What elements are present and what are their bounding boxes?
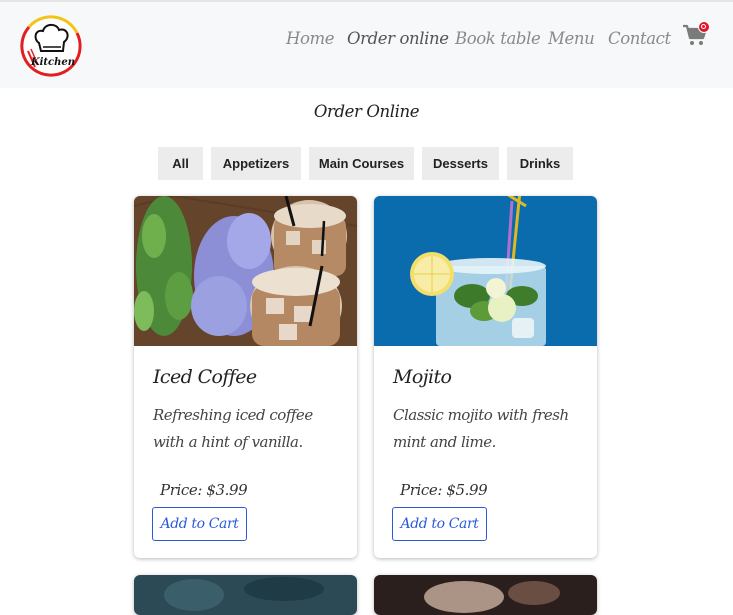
item-image [134, 575, 357, 615]
menu-card: Iced Coffee Refreshing iced coffee with … [134, 196, 357, 558]
nav-order-online[interactable]: Order online [347, 29, 449, 48]
filter-all[interactable]: All [158, 147, 203, 180]
item-title: Iced Coffee [153, 366, 257, 388]
item-description: Refreshing iced coffee with a hint of va… [153, 406, 313, 451]
filter-desserts[interactable]: Desserts [422, 147, 499, 180]
svg-text:Kitchen: Kitchen [30, 57, 75, 68]
menu-card-partial [134, 575, 357, 615]
add-to-cart-button[interactable]: Add to Cart [152, 507, 247, 541]
nav-book-table[interactable]: Book table [455, 29, 541, 48]
main-nav: Home Order online Book table Menu Contac… [0, 29, 733, 53]
menu-card-partial [374, 575, 597, 615]
filter-drinks[interactable]: Drinks [507, 147, 573, 180]
add-to-cart-button[interactable]: Add to Cart [392, 507, 487, 541]
item-description: Classic mojito with fresh mint and lime. [393, 406, 569, 451]
mojito-image [374, 196, 597, 346]
page-title: Order Online [313, 102, 420, 121]
iced-coffee-image [134, 196, 357, 346]
item-price: Price: $5.99 [400, 481, 488, 499]
filter-appetizers[interactable]: Appetizers [211, 147, 301, 180]
site-header: Kitchen Home Order online Book table Men… [0, 2, 733, 88]
filter-main-courses[interactable]: Main Courses [309, 147, 414, 180]
item-image [374, 575, 597, 615]
menu-card: Mojito Classic mojito with fresh mint an… [374, 196, 597, 558]
cart-badge [698, 21, 710, 33]
nav-contact[interactable]: Contact [608, 29, 671, 48]
item-title: Mojito [393, 366, 452, 388]
nav-home[interactable]: Home [286, 29, 335, 48]
item-price: Price: $3.99 [160, 481, 248, 499]
nav-menu[interactable]: Menu [548, 29, 595, 48]
